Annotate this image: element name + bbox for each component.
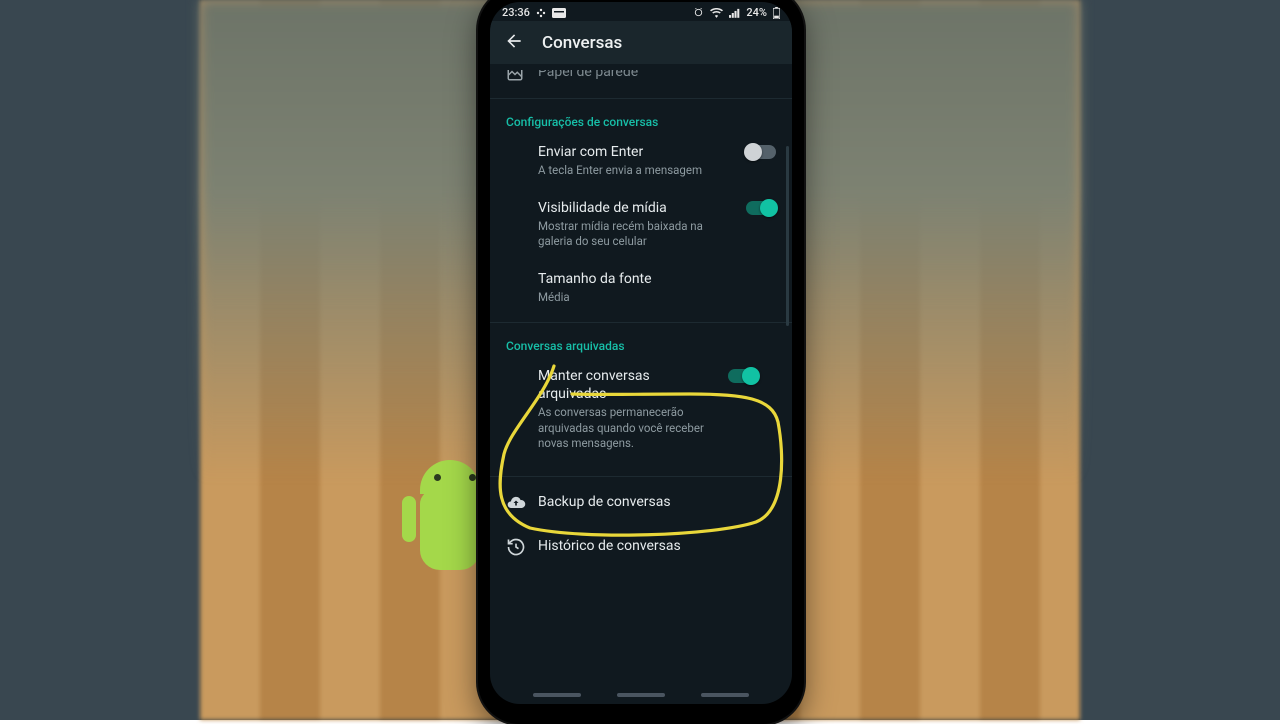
section-chat-settings: Configurações de conversas xyxy=(490,105,792,133)
nav-recents[interactable] xyxy=(533,693,581,697)
history-icon xyxy=(506,537,526,557)
pillarbox-left xyxy=(0,0,200,720)
page-title: Conversas xyxy=(542,33,622,53)
row-history-title: Histórico de conversas xyxy=(538,537,776,555)
toggle-media-visibility[interactable] xyxy=(746,201,776,215)
nav-home[interactable] xyxy=(617,693,665,697)
back-button[interactable] xyxy=(504,31,524,54)
row-media-visibility[interactable]: Visibilidade de mídia Mostrar mídia recé… xyxy=(490,189,792,260)
row-keep-title: Manter conversas arquivadas xyxy=(538,367,718,403)
row-keep-sub: As conversas permanecerão arquivadas qua… xyxy=(538,405,718,452)
row-keep-archived[interactable]: Manter conversas arquivadas As conversas… xyxy=(490,357,792,462)
divider xyxy=(490,476,792,477)
row-enter-sub: A tecla Enter envia a mensagem xyxy=(538,163,736,179)
settings-list[interactable]: Papel de parede Configurações de convers… xyxy=(490,70,792,704)
status-time: 23:36 xyxy=(502,6,530,19)
pillarbox-right xyxy=(1080,0,1280,720)
alarm-icon xyxy=(693,7,704,18)
wallpaper-icon xyxy=(506,70,524,82)
section-archived: Conversas arquivadas xyxy=(490,329,792,357)
row-backup-title: Backup de conversas xyxy=(538,493,776,511)
row-backup[interactable]: Backup de conversas xyxy=(490,483,792,523)
row-font-size[interactable]: Tamanho da fonte Média xyxy=(490,260,792,316)
row-enter-title: Enviar com Enter xyxy=(538,143,736,161)
row-media-title: Visibilidade de mídia xyxy=(538,199,736,217)
scrollbar[interactable] xyxy=(786,146,789,326)
android-nav-bar xyxy=(490,686,792,704)
row-wallpaper[interactable]: Papel de parede xyxy=(490,70,792,92)
status-bar: 23:36 24% xyxy=(490,2,792,21)
signal-icon xyxy=(729,8,740,18)
divider xyxy=(490,98,792,99)
toggle-keep-archived[interactable] xyxy=(728,369,758,383)
wifi-icon xyxy=(710,8,723,18)
app-bar: Conversas xyxy=(490,21,792,64)
cloud-upload-icon xyxy=(506,493,526,513)
divider xyxy=(490,322,792,323)
phone-screen: 23:36 24% xyxy=(490,2,792,704)
nav-back[interactable] xyxy=(701,693,749,697)
row-media-sub: Mostrar mídia recém baixada na galeria d… xyxy=(538,219,736,250)
card-icon xyxy=(552,8,566,18)
battery-icon xyxy=(773,7,780,19)
phone-frame: 23:36 24% xyxy=(478,0,804,724)
toggle-enter-to-send[interactable] xyxy=(746,145,776,159)
row-font-title: Tamanho da fonte xyxy=(538,270,776,288)
row-font-sub: Média xyxy=(538,290,776,306)
row-wallpaper-title: Papel de parede xyxy=(538,70,776,80)
row-history[interactable]: Histórico de conversas xyxy=(490,523,792,567)
status-battery-pct: 24% xyxy=(746,6,767,19)
row-enter-to-send[interactable]: Enviar com Enter A tecla Enter envia a m… xyxy=(490,133,792,189)
alarm-dots-icon xyxy=(536,8,546,18)
